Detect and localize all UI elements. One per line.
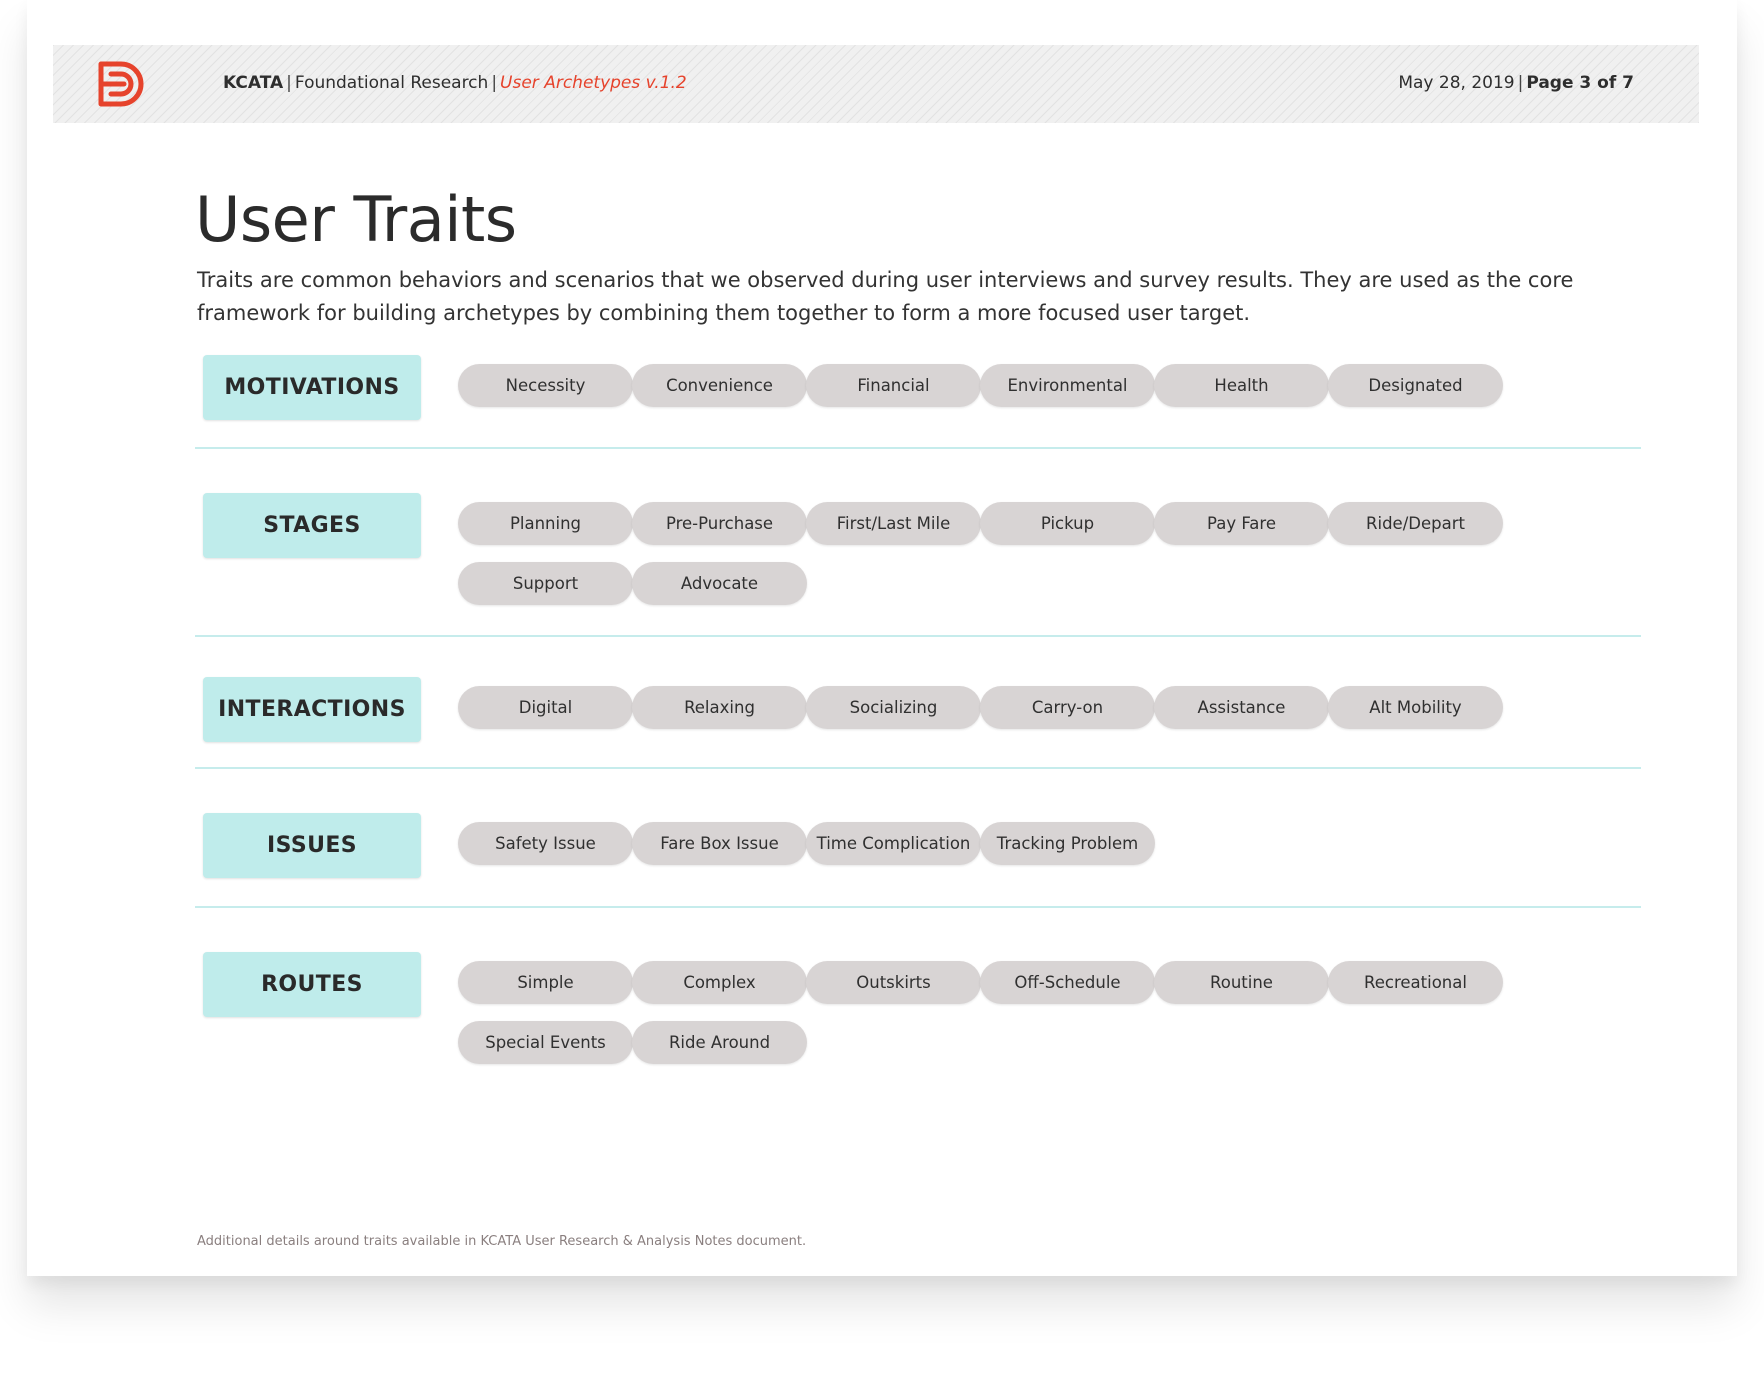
section-label: ROUTES (203, 952, 421, 1017)
trait-pill: Complex (632, 961, 807, 1004)
section-divider (195, 767, 1641, 769)
section-divider (195, 635, 1641, 637)
header-separator: | (491, 73, 498, 93)
trait-pill: Alt Mobility (1328, 686, 1503, 729)
trait-pill: Tracking Problem (980, 822, 1155, 865)
trait-pill: Necessity (458, 364, 633, 407)
footnote: Additional details around traits availab… (197, 1234, 807, 1249)
trait-pill: Pre-Purchase (632, 502, 807, 545)
header-breadcrumb: KCATA | Foundational Research | User Archety… (223, 73, 687, 93)
trait-pill: Ride/Depart (1328, 502, 1503, 545)
section-label: MOTIVATIONS (203, 355, 421, 420)
trait-pill: Simple (458, 961, 633, 1004)
trait-pill: Safety Issue (458, 822, 633, 865)
trait-pill: Ride Around (632, 1021, 807, 1064)
trait-pill: Recreational (1328, 961, 1503, 1004)
trait-pill: Digital (458, 686, 633, 729)
trait-pill: Carry-on (980, 686, 1155, 729)
trait-pill: Relaxing (632, 686, 807, 729)
trait-pill: First/Last Mile (806, 502, 981, 545)
trait-pill: Time Complication (806, 822, 981, 865)
intro-paragraph: Traits are common behaviors and scenario… (197, 268, 1574, 325)
page-header: KCATA | Foundational Research | User Archety… (53, 45, 1699, 123)
header-page-number: Page 3 of 7 (1526, 73, 1634, 93)
trait-pill: Socializing (806, 686, 981, 729)
trait-pill: Environmental (980, 364, 1155, 407)
trait-pill: Routine (1154, 961, 1329, 1004)
document-page: KCATA | Foundational Research | User Archety… (27, 0, 1737, 1276)
section-label: STAGES (203, 493, 421, 558)
trait-pill: Pickup (980, 502, 1155, 545)
trait-pill: Convenience (632, 364, 807, 407)
trait-pill: Outskirts (806, 961, 981, 1004)
trait-pill: Support (458, 562, 633, 605)
trait-pill: Off-Schedule (980, 961, 1155, 1004)
header-org: KCATA (223, 73, 284, 93)
trait-pill: Assistance (1154, 686, 1329, 729)
section-divider (195, 447, 1641, 449)
header-meta: May 28, 2019 | Page 3 of 7 (1398, 73, 1634, 93)
section-label: INTERACTIONS (203, 677, 421, 742)
header-document-name: User Archetypes v.1.2 (500, 73, 687, 93)
header-project: Foundational Research (294, 73, 489, 93)
d-logo-icon (98, 61, 144, 107)
trait-pill: Special Events (458, 1021, 633, 1064)
section-label: ISSUES (203, 813, 421, 878)
trait-pill: Health (1154, 364, 1329, 407)
trait-pill: Financial (806, 364, 981, 407)
header-separator: | (286, 73, 292, 93)
trait-pill: Pay Fare (1154, 502, 1329, 545)
trait-pill: Designated (1328, 364, 1503, 407)
section-divider (195, 906, 1641, 908)
header-separator: | (1517, 73, 1524, 93)
trait-pill: Fare Box Issue (632, 822, 807, 865)
page-title: User Traits (195, 183, 517, 256)
trait-pill: Planning (458, 502, 633, 545)
trait-pill: Advocate (632, 562, 807, 605)
header-date: May 28, 2019 (1398, 73, 1515, 93)
